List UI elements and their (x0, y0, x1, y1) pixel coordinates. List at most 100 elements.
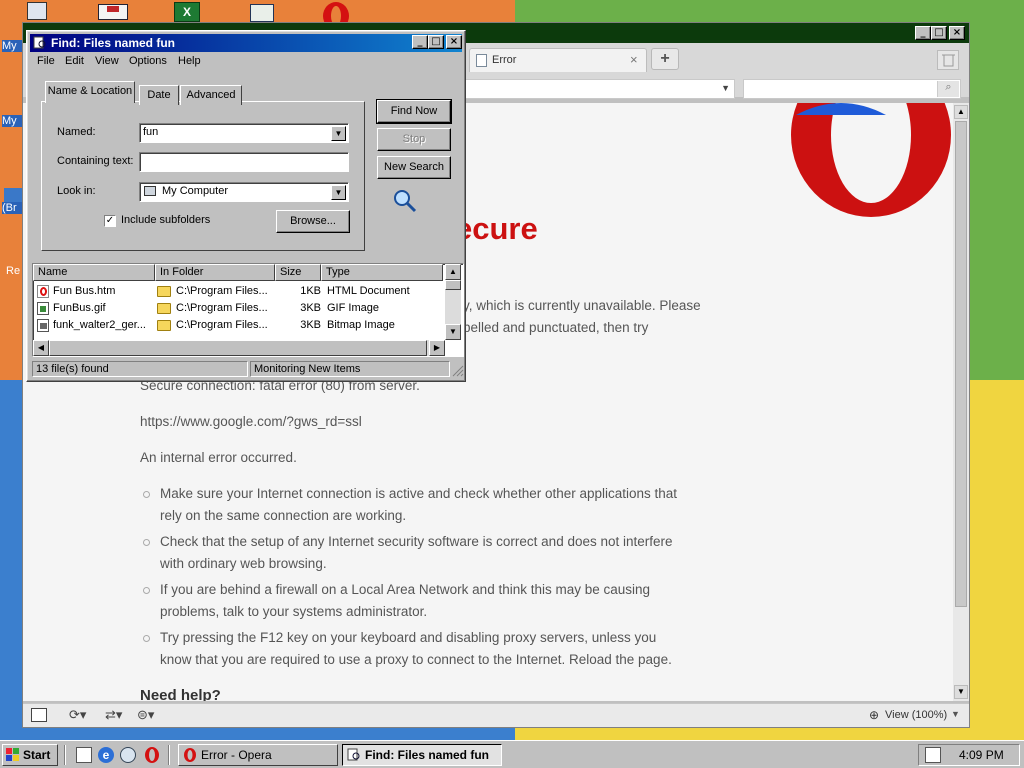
opera-maximize-button[interactable]: □ (931, 26, 947, 40)
calendar-icon[interactable] (250, 4, 274, 22)
opera-close-button[interactable]: × (949, 26, 965, 40)
scroll-right-icon[interactable]: ▶ (429, 340, 445, 356)
desktop-label-my-documents[interactable]: My (2, 115, 22, 127)
tip-3-line-2: problems, talk to your systems administr… (160, 604, 428, 619)
partial-text-line-2: pelled and punctuated, then try (463, 320, 649, 335)
task-find[interactable]: Find: Files named fun (342, 744, 502, 766)
resize-grip-icon[interactable] (452, 365, 464, 377)
page-scrollbar[interactable]: ▲ ▼ (953, 103, 969, 701)
error-heading: ecure (455, 211, 538, 246)
opera-task-icon (184, 748, 196, 762)
magnifier-icon (394, 190, 417, 213)
bullet-icon (143, 491, 150, 498)
result-folder: C:\Program Files... (176, 302, 268, 314)
zoom-icon[interactable]: ⊕ (869, 708, 879, 722)
results-list: Name In Folder Size Type Fun Bus.htm C:\… (32, 263, 464, 357)
look-in-value: My Computer (162, 185, 229, 197)
trash-icon[interactable] (937, 50, 959, 70)
show-desktop-icon[interactable] (76, 747, 92, 763)
scroll-up-icon[interactable]: ▲ (954, 105, 968, 119)
scroll-up-icon[interactable]: ▲ (445, 264, 461, 280)
panel-toggle-icon[interactable] (31, 708, 47, 722)
start-button[interactable]: Start (2, 744, 58, 766)
table-row[interactable]: Fun Bus.htm C:\Program Files... 1KB HTML… (33, 283, 445, 300)
find-window-icon (33, 36, 46, 49)
browse-button[interactable]: Browse... (276, 210, 350, 233)
bullet-icon (143, 635, 150, 642)
zoom-level[interactable]: View (100%) (885, 709, 947, 721)
new-search-button[interactable]: New Search (377, 156, 451, 179)
stop-button[interactable]: Stop (377, 128, 451, 151)
menu-edit[interactable]: Edit (65, 55, 84, 67)
internal-error-text: An internal error occurred. (140, 450, 297, 465)
new-tab-button[interactable]: + (651, 48, 679, 70)
mail-icon[interactable] (98, 4, 128, 20)
scroll-down-icon[interactable]: ▼ (954, 685, 968, 699)
tab-advanced[interactable]: Advanced (180, 85, 242, 105)
opera-icon[interactable] (320, 2, 352, 30)
outlook-icon[interactable] (120, 747, 136, 763)
results-vscroll[interactable]: ▲ ▼ (445, 264, 461, 340)
sync-icon[interactable]: ⟳▾ (69, 707, 86, 723)
share-icon[interactable]: ⇄▾ (105, 707, 122, 723)
system-tray: 4:09 PM (918, 744, 1020, 766)
desktop-label-recycle[interactable]: Re (6, 265, 22, 277)
containing-text-input[interactable] (139, 152, 349, 172)
tab-date[interactable]: Date (139, 85, 179, 105)
desktop-label-my-computer[interactable]: My (2, 40, 22, 52)
opera-minimize-button[interactable]: _ (915, 26, 931, 40)
task-opera[interactable]: Error - Opera (178, 744, 338, 766)
tab-close-icon[interactable]: × (630, 52, 638, 67)
task-opera-label: Error - Opera (201, 748, 272, 762)
tray-scheduler-icon[interactable] (925, 747, 941, 763)
browser-desktop-icon[interactable] (4, 188, 22, 202)
hscroll-thumb[interactable] (49, 340, 427, 356)
opera-tab-error[interactable]: Error × (469, 48, 647, 72)
scroll-down-icon[interactable]: ▼ (445, 324, 461, 340)
chevron-down-icon[interactable]: ▼ (721, 83, 730, 93)
include-subfolders-checkbox[interactable]: ✓ (104, 215, 116, 227)
folder-icon (157, 286, 171, 297)
find-close-button[interactable]: × (446, 35, 462, 49)
tab-name-location[interactable]: Name & Location (45, 81, 135, 103)
chevron-down-icon[interactable]: ▼ (331, 126, 346, 141)
tab-title: Error (492, 54, 517, 66)
clock[interactable]: 4:09 PM (959, 748, 1004, 762)
excel-icon[interactable]: X (174, 2, 200, 22)
column-header-in-folder[interactable]: In Folder (155, 264, 275, 281)
search-field[interactable]: ⌕ (743, 79, 961, 99)
result-folder: C:\Program Files... (176, 319, 268, 331)
zoom-chevron-icon[interactable]: ▼ (951, 709, 960, 719)
table-row[interactable]: FunBus.gif C:\Program Files... 3KB GIF I… (33, 300, 445, 317)
opera-logo (791, 103, 951, 217)
column-header-size[interactable]: Size (275, 264, 321, 281)
settings-icon[interactable]: ⊜▾ (137, 707, 154, 723)
desktop-label-browser[interactable]: (Br (2, 202, 22, 214)
table-row[interactable]: funk_walter2_ger... C:\Program Files... … (33, 317, 445, 334)
ie-icon[interactable]: e (98, 747, 114, 763)
windows-logo-icon (6, 748, 19, 761)
address-field[interactable]: ▼ (459, 79, 735, 99)
computer-icon (144, 186, 156, 196)
named-combobox[interactable]: fun ▼ (139, 123, 349, 143)
column-header-type[interactable]: Type (321, 264, 443, 281)
menu-options[interactable]: Options (129, 55, 167, 67)
find-now-button[interactable]: Find Now (376, 99, 452, 124)
menu-file[interactable]: File (37, 55, 55, 67)
error-url: https://www.google.com/?gws_rd=ssl (140, 414, 362, 429)
column-header-name[interactable]: Name (33, 264, 155, 281)
scrollbar-thumb[interactable] (955, 121, 967, 607)
search-icon[interactable]: ⌕ (937, 81, 959, 97)
results-hscroll[interactable]: ◀ ▶ (33, 340, 445, 356)
scrollbar-thumb[interactable] (445, 280, 461, 290)
opera-quicklaunch-icon[interactable] (144, 746, 160, 764)
tip-4-line-1: Try pressing the F12 key on your keyboar… (160, 630, 657, 645)
look-in-combobox[interactable]: My Computer ▼ (139, 182, 349, 202)
chevron-down-icon[interactable]: ▼ (331, 185, 346, 200)
find-minimize-button[interactable]: _ (412, 35, 428, 49)
menu-help[interactable]: Help (178, 55, 201, 67)
scroll-left-icon[interactable]: ◀ (33, 340, 49, 356)
monitor-icon[interactable] (27, 2, 47, 20)
find-maximize-button[interactable]: □ (428, 35, 444, 49)
menu-view[interactable]: View (95, 55, 119, 67)
